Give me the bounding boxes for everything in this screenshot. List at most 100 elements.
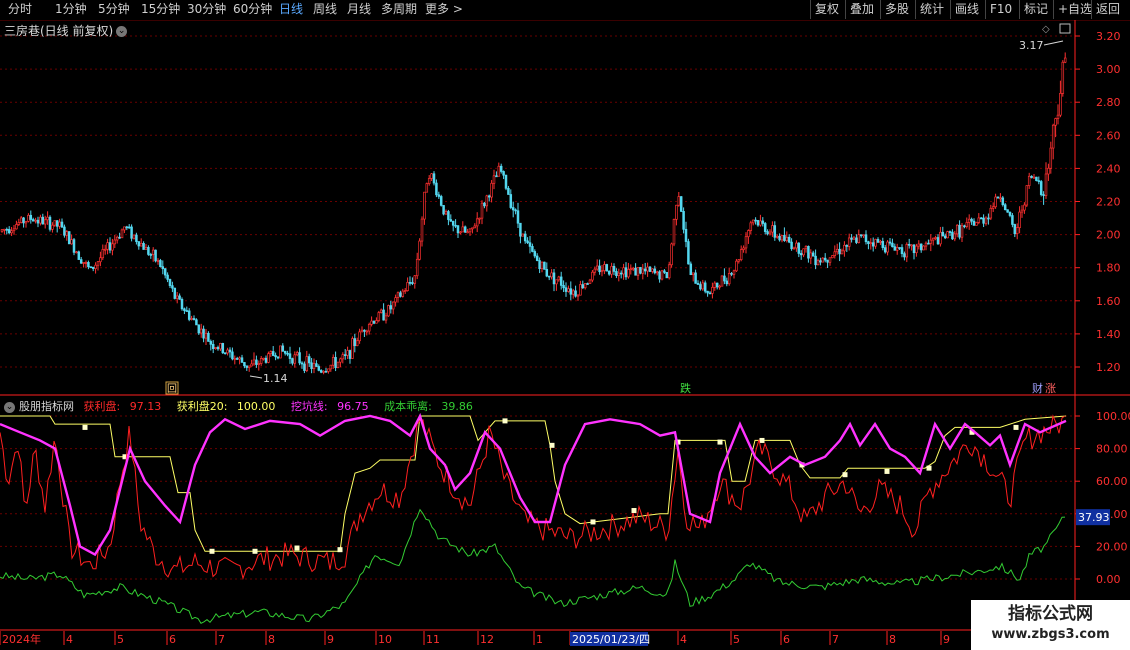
candle-body [511, 207, 515, 211]
candle-body [178, 295, 181, 300]
candle-body [483, 202, 486, 207]
candle-body [67, 231, 71, 245]
candle-body [444, 211, 448, 215]
candle-body [975, 222, 978, 226]
candle-body [204, 332, 208, 339]
huolipan20-marker [294, 545, 300, 551]
panel-toggle-icon [1059, 23, 1071, 34]
candle-body [1001, 197, 1005, 206]
candle-body [775, 235, 779, 238]
candle-body [259, 358, 263, 364]
candle-body [564, 287, 568, 292]
wakengxian-line [0, 412, 1067, 557]
candle-body [509, 194, 513, 208]
candle-body [1037, 180, 1041, 182]
candle-body [838, 248, 841, 255]
date-label: 7 [218, 633, 225, 646]
candle-body [65, 231, 69, 236]
huolipan-line [0, 414, 1066, 581]
candle-body [1063, 57, 1067, 63]
candle-body [586, 283, 589, 285]
candle-body [262, 357, 265, 360]
stock-name-label: 三房巷(日线 前复权) [4, 24, 114, 38]
candle-body [847, 237, 851, 247]
candle-body [960, 225, 964, 238]
candle-body [552, 272, 556, 285]
candle-body [603, 264, 606, 271]
candle-body [1039, 181, 1043, 195]
candle-body [634, 267, 637, 276]
candle-body [89, 266, 93, 269]
candle-body [156, 260, 160, 262]
candle-body [895, 247, 899, 251]
candle-body [670, 243, 673, 266]
candle-body [605, 264, 609, 272]
candle-body [1047, 167, 1050, 175]
candle-body [1061, 61, 1065, 94]
indicator-name: 股朋指标网 [19, 400, 74, 413]
candle-body [70, 239, 73, 245]
date-label: 4 [66, 633, 73, 646]
candle-body [576, 294, 580, 297]
candle-body [87, 262, 90, 268]
candle-body [365, 330, 369, 333]
candle-body [12, 228, 16, 232]
candle-body [389, 305, 393, 310]
candle-body [816, 260, 820, 266]
candle-body [996, 196, 1000, 199]
candle-body [339, 358, 342, 363]
candle-body [545, 269, 549, 277]
candle-body [372, 320, 376, 324]
candle-body [39, 216, 42, 224]
candle-body [355, 340, 359, 347]
candle-body [27, 214, 30, 222]
candle-body [715, 282, 719, 288]
candle-body [773, 225, 777, 238]
candle-body [703, 282, 707, 292]
date-label: 9 [327, 633, 334, 646]
candle-body [319, 370, 323, 373]
candle-body [607, 270, 611, 275]
candle-body [430, 173, 433, 179]
candle-body [307, 356, 311, 364]
candle-body [502, 171, 505, 176]
candle-body [22, 217, 25, 224]
candle-body [557, 276, 561, 281]
candle-body [7, 229, 11, 234]
date-label: 2024年 [2, 632, 41, 646]
candle-body [94, 264, 97, 269]
candle-body [103, 248, 107, 251]
candle-body [108, 242, 112, 251]
chevron-down-icon[interactable]: ⌄ [4, 401, 15, 413]
kline-chart[interactable]: 3.20 3.00 2.80 2.60 2.40 2.20 2.00 1.80 1.60 1.40… [0, 0, 1130, 650]
candle-body [1006, 209, 1009, 213]
candle-body [82, 262, 85, 264]
candle-body [183, 308, 186, 311]
candle-body [972, 220, 976, 226]
candle-body [989, 207, 993, 219]
candle-body [588, 279, 592, 284]
candle-body [819, 260, 822, 263]
candle-body [322, 370, 325, 373]
candle-body [567, 288, 570, 292]
candle-body [247, 365, 251, 368]
candle-body [927, 242, 930, 245]
candle-body [768, 231, 772, 235]
candle-body [696, 283, 700, 285]
candle-body [977, 217, 981, 223]
candle-body [677, 196, 681, 206]
chevron-down-icon[interactable]: ⌄ [116, 26, 128, 37]
candle-body [763, 223, 767, 232]
candle-body [593, 268, 597, 273]
candle-body [910, 244, 913, 247]
candle-body [447, 211, 450, 220]
candle-body [120, 229, 124, 239]
candle-body [881, 240, 885, 248]
candle-body [759, 220, 762, 226]
candle-body [598, 265, 601, 273]
candle-body [130, 226, 133, 239]
candle-body [358, 331, 361, 342]
candle-body [495, 175, 498, 178]
candle-body [610, 265, 613, 275]
candle-body [862, 234, 865, 237]
